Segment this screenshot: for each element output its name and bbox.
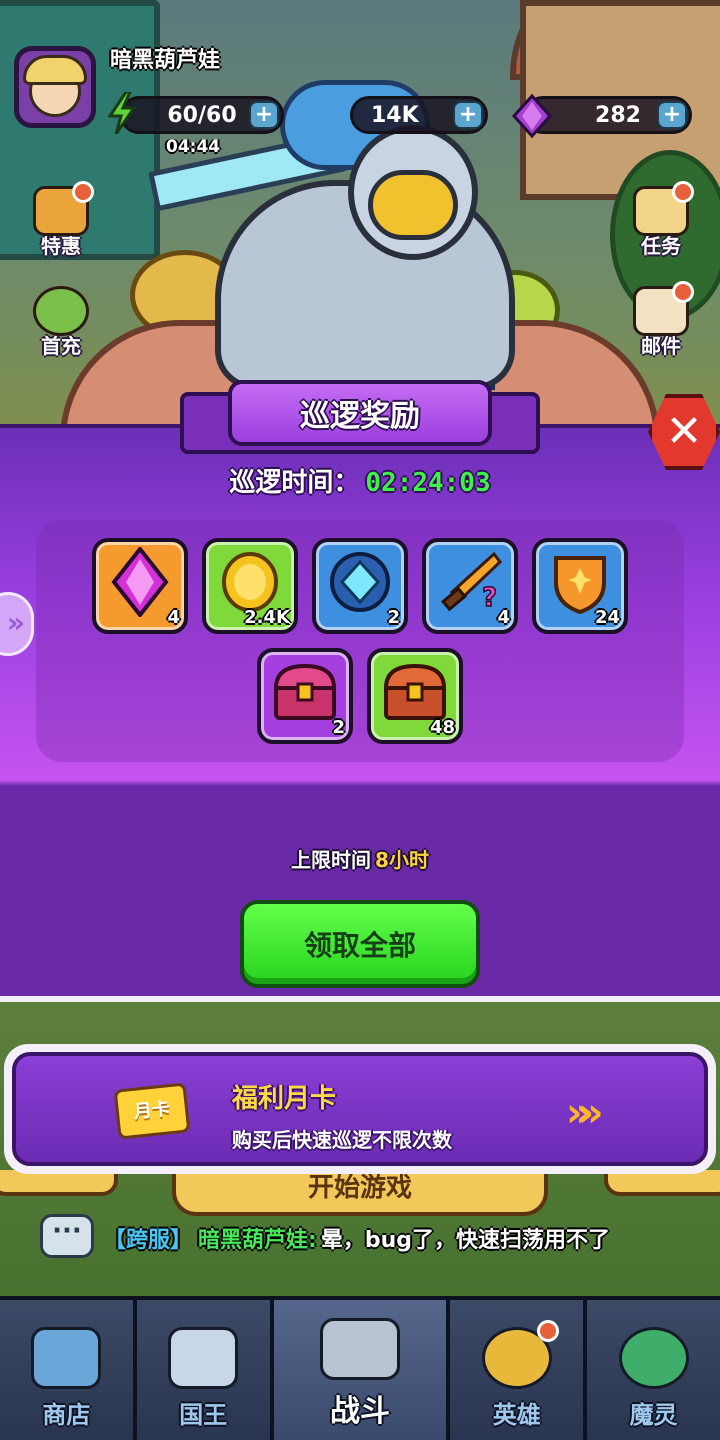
double-arrow-icon[interactable]: » »: [566, 1090, 603, 1136]
mystery-dagger-icon: ?: [441, 552, 502, 614]
nav-label-hero: 英雄: [492, 1401, 541, 1429]
limit-time-value: 8小时: [375, 848, 429, 872]
monthly-card-banner[interactable]: 月卡 福利月卡 购买后快速巡逻不限次数 » »: [4, 1044, 716, 1174]
notification-dot: [672, 281, 694, 303]
reward-count: 48: [429, 717, 455, 738]
mail-envelope-icon: [633, 281, 694, 336]
svg-text:?: ?: [482, 583, 497, 613]
nav-tab-battle[interactable]: 战斗: [273, 1300, 451, 1440]
first-recharge-button[interactable]: 首充: [16, 286, 106, 366]
reward-count: 4: [167, 607, 180, 628]
bottom-navigation: 商店 国王 战斗 英雄 魔灵: [0, 1296, 720, 1440]
chat-text: 晕，bug了，快速扫荡用不了: [320, 1228, 610, 1253]
nav-label-shop: 商店: [42, 1401, 91, 1429]
red-chest-icon: [383, 664, 447, 721]
player-name: 暗黑葫芦娃: [110, 48, 221, 73]
monthly-card-icon: 月卡: [113, 1082, 191, 1140]
quests-button[interactable]: 任务: [616, 181, 706, 266]
gold-coin-icon: [222, 552, 278, 613]
purple-chest-icon: [273, 664, 337, 721]
first-recharge-icon: [33, 286, 89, 336]
reward-item-shield[interactable]: 24: [532, 538, 628, 634]
reward-item-gem[interactable]: 4: [92, 538, 188, 634]
player-avatar[interactable]: [14, 46, 96, 128]
castle-icon: [168, 1327, 239, 1389]
chat-sender: 暗黑葫芦娃:: [198, 1228, 317, 1253]
start-game-button[interactable]: 开始游戏: [172, 1170, 548, 1216]
claim-all-button[interactable]: 领取全部: [240, 900, 480, 988]
nav-label-battle: 战斗: [329, 1394, 390, 1429]
energy-timer: 04:44: [166, 137, 221, 157]
chat-message-line[interactable]: 【跨服】 暗黑葫芦娃: 晕，bug了，快速扫荡用不了: [104, 1222, 610, 1254]
knight-visor: [368, 170, 458, 240]
reward-count: 4: [497, 607, 510, 628]
notification-dot: [536, 1320, 559, 1342]
avatar-hair: [23, 55, 87, 85]
monthly-card-title: 福利月卡: [232, 1084, 337, 1114]
reward-count: 2: [387, 607, 400, 628]
chat-channel: 【跨服】: [104, 1228, 193, 1253]
close-icon: ✕: [665, 406, 703, 457]
energy-value: 60/60: [167, 102, 237, 128]
reward-count: 2: [332, 717, 345, 738]
limit-time-label: 上限时间: [291, 848, 372, 872]
monthly-card-inner: 月卡 福利月卡 购买后快速巡逻不限次数 » »: [12, 1052, 708, 1166]
reward-count: 24: [594, 607, 620, 628]
special-offer-button[interactable]: 特惠: [16, 181, 106, 266]
notification-dot: [672, 181, 694, 203]
nav-tab-demon[interactable]: 魔灵: [587, 1300, 720, 1440]
limit-time-row: 上限时间 8小时: [0, 844, 720, 873]
reward-item-weapon[interactable]: ? 4: [422, 538, 518, 634]
add-gem-button[interactable]: +: [657, 101, 687, 129]
special-offer-icon: [33, 181, 94, 236]
reward-item-gold[interactable]: 2.4K: [202, 538, 298, 634]
patrol-time-value: 02:24:03: [365, 468, 491, 498]
gem-icon: [512, 94, 552, 138]
nav-label-demon: 魔灵: [629, 1401, 678, 1429]
nav-tab-hero[interactable]: 英雄: [450, 1300, 588, 1440]
nav-label-king: 国王: [179, 1401, 228, 1429]
battle-icon: [319, 1318, 400, 1380]
reward-item-crest[interactable]: 2: [312, 538, 408, 634]
shop-icon: [31, 1327, 102, 1389]
add-energy-button[interactable]: +: [249, 101, 279, 129]
patrol-time-row: 巡逻时间： 02:24:03: [0, 462, 720, 499]
quest-scroll-icon: [633, 181, 694, 236]
gold-counter: 14K +: [350, 96, 488, 134]
notification-dot: [72, 181, 94, 203]
mail-button[interactable]: 邮件: [616, 281, 706, 366]
demon-icon: [618, 1327, 689, 1389]
modal-title: 巡逻奖励: [228, 380, 492, 446]
energy-counter: 60/60 +: [120, 96, 284, 134]
hero-helmet-icon: [481, 1320, 559, 1389]
monthly-card-subtitle: 购买后快速巡逻不限次数: [232, 1128, 452, 1152]
gold-value: 14K: [371, 102, 419, 128]
reward-count: 2.4K: [244, 607, 290, 628]
nav-tab-king[interactable]: 国王: [136, 1300, 274, 1440]
add-gold-button[interactable]: +: [453, 101, 483, 129]
gem-icon: [111, 547, 169, 618]
blue-gem-crest-icon: [330, 552, 390, 613]
gem-value: 282: [595, 102, 641, 128]
reward-item-purple-chest[interactable]: 2: [257, 648, 353, 744]
lightning-icon: [108, 92, 136, 134]
reward-item-red-chest[interactable]: 48: [367, 648, 463, 744]
patrol-time-label: 巡逻时间：: [229, 468, 360, 498]
nav-tab-shop[interactable]: 商店: [0, 1300, 137, 1440]
chat-bubble-icon[interactable]: ···: [40, 1214, 94, 1258]
gold-shield-icon: [554, 556, 606, 615]
